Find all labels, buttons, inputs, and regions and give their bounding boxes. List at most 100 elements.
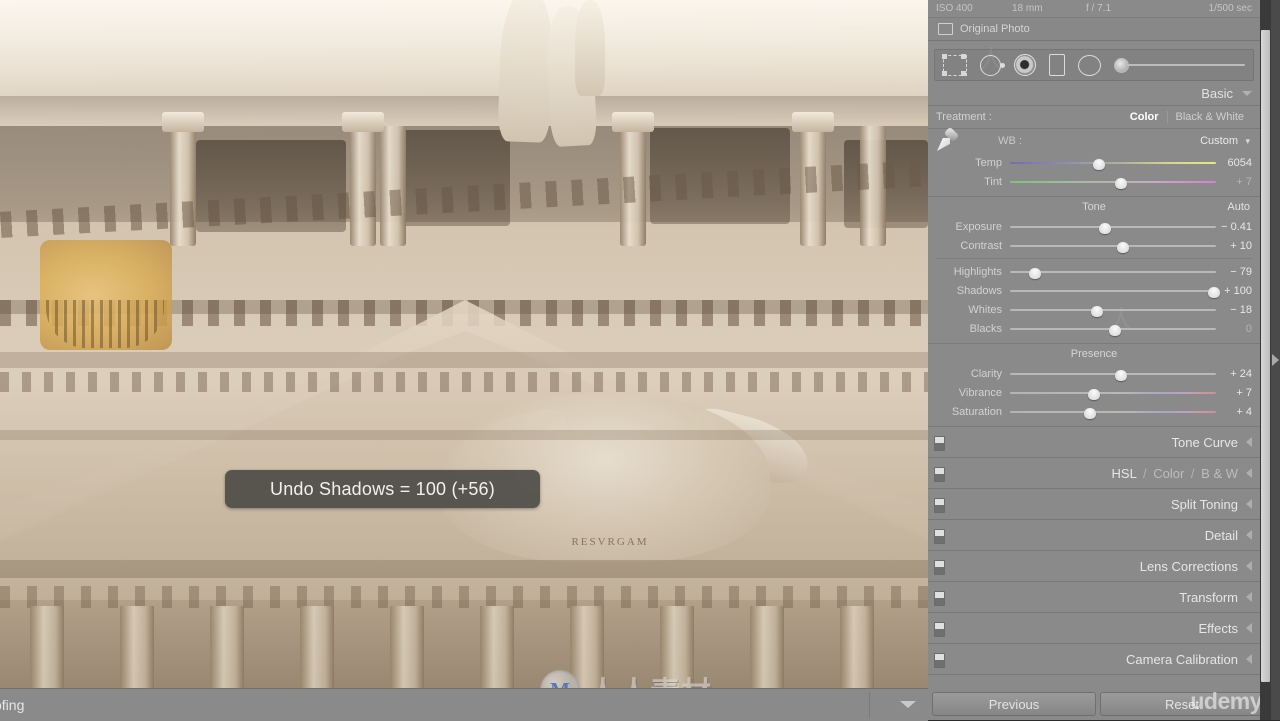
slider-value-shadows: + 100	[1224, 284, 1252, 297]
slider-row-highlights[interactable]: Highlights − 79	[928, 262, 1260, 281]
chevron-right-icon[interactable]	[1272, 354, 1279, 366]
scrollbar-thumb[interactable]	[1261, 30, 1270, 682]
expand-arrow-icon[interactable]	[1246, 592, 1252, 602]
expand-arrow-icon[interactable]	[1246, 623, 1252, 633]
slider-row-shadows[interactable]: Shadows + 100	[928, 281, 1260, 300]
panel-row-lens-corrections[interactable]: Lens Corrections	[928, 551, 1260, 582]
slider-row-contrast[interactable]: Contrast + 10	[928, 236, 1260, 255]
basic-panel-title: Basic	[1201, 85, 1233, 101]
expand-arrow-icon[interactable]	[1246, 437, 1252, 447]
slider-saturation[interactable]	[1010, 402, 1216, 421]
panel-row-transform[interactable]: Transform	[928, 582, 1260, 613]
panel-row-detail[interactable]: Detail	[928, 520, 1260, 551]
expand-arrow-icon[interactable]	[1246, 499, 1252, 509]
slider-tint[interactable]	[1010, 172, 1216, 191]
right-panel-scrollbar[interactable]	[1260, 0, 1271, 720]
develop-tool-strip[interactable]	[934, 49, 1254, 81]
slider-row-exposure[interactable]: Exposure − 0.41	[928, 217, 1260, 236]
slider-highlights[interactable]	[1010, 262, 1216, 281]
panel-label-bw-part[interactable]: B & W	[1201, 466, 1238, 481]
expand-arrow-icon[interactable]	[1246, 561, 1252, 571]
photo-column	[380, 126, 406, 246]
slider-exposure[interactable]	[1010, 217, 1216, 236]
reset-button[interactable]: Reset	[1100, 692, 1260, 716]
lightroom-develop-window: RESVRGAM Undo Shadows = 100 (+56) M 人人素材…	[0, 0, 1280, 721]
basic-panel-header[interactable]: Basic	[928, 81, 1260, 106]
photo-band	[0, 0, 928, 96]
collapse-triangle-icon[interactable]	[1242, 90, 1252, 96]
slider-vibrance[interactable]	[1010, 383, 1216, 402]
slider-label-tint: Tint	[984, 175, 1002, 188]
photo-window-grille	[46, 300, 164, 348]
undo-toast: Undo Shadows = 100 (+56)	[225, 470, 540, 508]
slider-row-tint[interactable]: Tint + 7	[928, 172, 1260, 191]
panel-switch-icon[interactable]	[934, 436, 945, 451]
slider-contrast[interactable]	[1010, 236, 1216, 255]
slider-shadows[interactable]	[1010, 281, 1220, 300]
slider-blacks[interactable]	[1010, 319, 1216, 338]
white-balance-label: WB :	[998, 135, 1022, 147]
white-balance-row[interactable]: WB : Custom ▾	[928, 126, 1260, 153]
previous-button[interactable]: Previous	[932, 692, 1096, 716]
stepper-arrows-icon[interactable]: ▾	[1245, 137, 1250, 146]
slider-row-temp[interactable]: Temp 6054	[928, 153, 1260, 172]
panel-switch-icon[interactable]	[934, 498, 945, 513]
eyedropper-icon[interactable]	[936, 126, 962, 152]
slider-row-vibrance[interactable]: Vibrance + 7	[928, 383, 1260, 402]
photo-pilaster	[210, 606, 244, 688]
slider-row-clarity[interactable]: Clarity + 24	[928, 364, 1260, 383]
panel-row-hsl[interactable]: HSL / Color / B & W	[928, 458, 1260, 489]
original-photo-row[interactable]: Original Photo	[928, 18, 1260, 41]
slider-temp[interactable]	[1010, 153, 1216, 172]
panel-switch-icon[interactable]	[934, 653, 945, 668]
slider-row-saturation[interactable]: Saturation + 4	[928, 402, 1260, 421]
expand-arrow-icon[interactable]	[1246, 654, 1252, 664]
panel-label-hsl-part[interactable]: HSL	[1112, 466, 1137, 481]
original-photo-label: Original Photo	[960, 23, 1030, 35]
develop-right-panel: 人 人 ISO 400 18 mm f / 7.1 1/500 sec Orig…	[928, 0, 1260, 720]
panel-label-split-toning: Split Toning	[1171, 496, 1238, 512]
panel-switch-icon[interactable]	[934, 467, 945, 482]
slider-label-highlights: Highlights	[953, 265, 1002, 278]
photo-capital	[162, 112, 204, 132]
panel-switch-icon[interactable]	[934, 591, 945, 606]
white-balance-value-text: Custom	[1200, 135, 1238, 147]
slider-row-whites[interactable]: Whites − 18	[928, 300, 1260, 319]
graduated-filter-icon[interactable]	[1049, 54, 1065, 76]
treatment-option-color[interactable]: Color	[1122, 111, 1167, 123]
tone-auto-button[interactable]: Auto	[1227, 201, 1250, 213]
panel-switch-icon[interactable]	[934, 622, 945, 637]
photo-pilaster	[750, 606, 784, 688]
slider-row-blacks[interactable]: Blacks 0	[928, 319, 1260, 338]
brush-icon[interactable]	[1114, 57, 1245, 73]
slider-value-whites: − 18	[1230, 303, 1252, 316]
right-panel-collapse-handle[interactable]	[1271, 0, 1280, 720]
chevron-down-icon[interactable]	[900, 701, 916, 708]
bottom-toolbar[interactable]: ofing	[0, 688, 928, 721]
radial-filter-icon[interactable]	[1078, 54, 1101, 76]
red-eye-icon[interactable]	[1014, 54, 1036, 76]
panel-row-tone-curve[interactable]: Tone Curve	[928, 427, 1260, 458]
panel-label-detail: Detail	[1204, 527, 1238, 543]
expand-arrow-icon[interactable]	[1246, 530, 1252, 540]
panel-row-split-toning[interactable]: Split Toning	[928, 489, 1260, 520]
photo-capital	[612, 112, 654, 132]
spot-removal-icon[interactable]	[980, 54, 1005, 76]
tone-title-row: Tone Auto	[928, 197, 1260, 217]
panel-switch-icon[interactable]	[934, 560, 945, 575]
panel-row-camera-calibration[interactable]: Camera Calibration	[928, 644, 1260, 675]
expand-arrow-icon[interactable]	[1246, 468, 1252, 478]
treatment-option-black-white[interactable]: Black & White	[1168, 111, 1252, 123]
treatment-row[interactable]: Treatment : Color Black & White	[928, 106, 1260, 129]
slider-whites[interactable]	[1010, 300, 1216, 319]
metadata-iso: ISO 400	[936, 3, 973, 14]
bottom-bar-label: ofing	[0, 697, 25, 713]
panel-switch-icon[interactable]	[934, 529, 945, 544]
panel-label-color-part[interactable]: Color	[1153, 466, 1184, 481]
photo-preview[interactable]: RESVRGAM Undo Shadows = 100 (+56) M 人人素材	[0, 0, 928, 688]
slider-clarity[interactable]	[1010, 364, 1216, 383]
panel-row-effects[interactable]: Effects	[928, 613, 1260, 644]
crop-icon[interactable]	[942, 53, 967, 76]
slider-value-temp: 6054	[1227, 156, 1252, 169]
white-balance-value[interactable]: Custom ▾	[1030, 135, 1252, 147]
